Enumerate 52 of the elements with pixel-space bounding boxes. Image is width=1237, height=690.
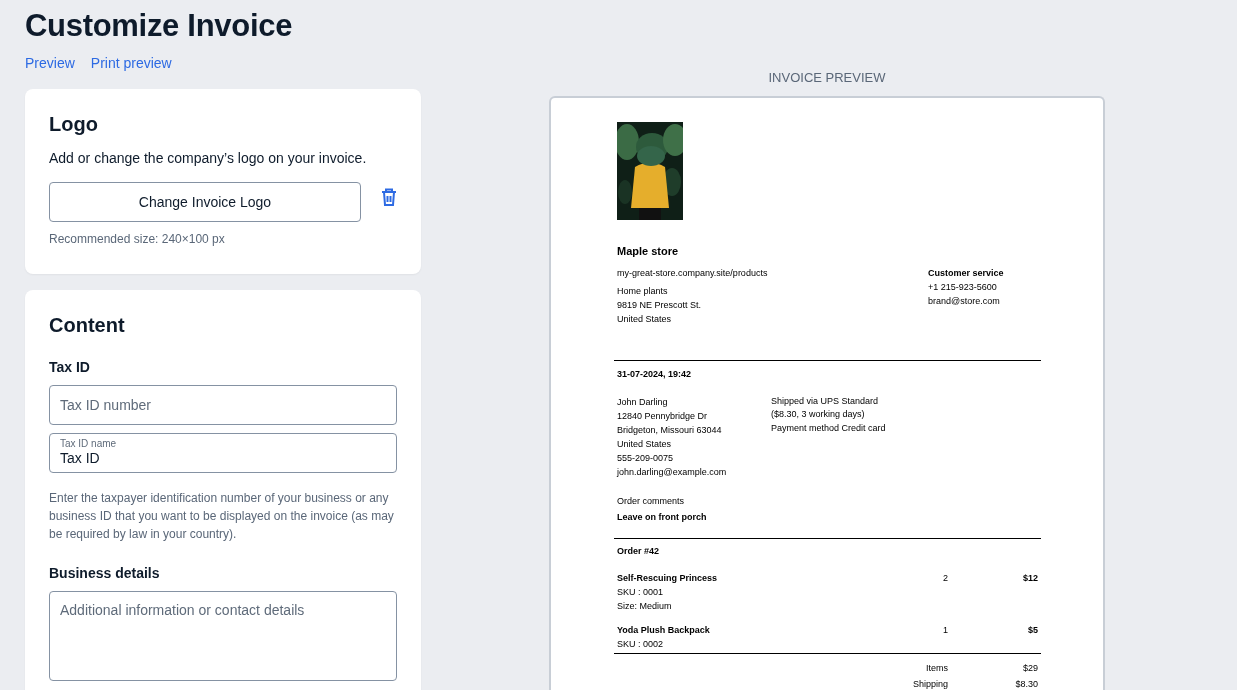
- customer-detail: 555-209-0075: [617, 452, 675, 465]
- business-details-field[interactable]: Additional information or contact details: [49, 591, 397, 681]
- field-label: Tax ID: [49, 359, 91, 375]
- store-name: Maple store: [617, 244, 680, 258]
- store-detail: 9819 NE Prescott St.: [617, 299, 703, 312]
- preview-link[interactable]: Preview: [25, 55, 75, 71]
- total-value: $29: [1021, 662, 1038, 675]
- service-title: Customer service: [928, 267, 1005, 280]
- total-value: $8.30: [1014, 678, 1038, 690]
- tax-id-name-field[interactable]: Tax ID name Tax ID: [49, 433, 397, 473]
- help-text: Enter the taxpayer identification number of your business or any business ID that you want to be displayed on the invoice (as may be required by law in your country).: [49, 490, 395, 543]
- item-detail: SKU : 0002: [617, 638, 665, 651]
- customer-detail: john.darling@example.com: [617, 466, 728, 479]
- item-price: $12: [1021, 572, 1038, 585]
- invoice-date: 31-07-2024, 19:42: [617, 368, 693, 381]
- preview-label: INVOICE PREVIEW: [767, 70, 887, 85]
- comments-label: Order comments: [617, 495, 686, 508]
- order-comment: Leave on front porch: [617, 511, 708, 524]
- trash-icon[interactable]: [381, 188, 397, 206]
- item-name: Self-Rescuing Princess: [617, 572, 719, 585]
- service-detail: brand@store.com: [928, 295, 1001, 308]
- tax-id-number-field[interactable]: Tax ID number: [49, 385, 397, 425]
- change-logo-button[interactable]: Change Invoice Logo: [49, 182, 361, 222]
- field-value: Tax ID: [60, 450, 100, 466]
- store-detail: my-great-store.company.site/products: [617, 267, 769, 280]
- shipping-detail: Payment method Credit card: [771, 422, 887, 435]
- size-hint: Recommended size: 240×100 px: [49, 232, 226, 246]
- floating-label: Tax ID name: [60, 438, 118, 450]
- preview-link[interactable]: Print preview: [90, 55, 172, 71]
- shipping-detail: ($8.30, 3 working days): [771, 408, 866, 420]
- item-quantity: 2: [942, 572, 948, 585]
- item-quantity: 1: [942, 624, 948, 637]
- customer-detail: Bridgeton, Missouri 63044: [617, 424, 723, 437]
- customer-detail: 12840 Pennybridge Dr: [617, 410, 709, 423]
- total-label: Items: [925, 662, 948, 675]
- customer-detail: United States: [617, 438, 673, 451]
- store-detail: Home plants: [617, 285, 669, 298]
- item-name: Yoda Plush Backpack: [617, 624, 711, 637]
- store-detail: United States: [617, 313, 673, 326]
- card-title: Logo: [49, 113, 99, 136]
- service-detail: +1 215-923-5600: [928, 281, 998, 294]
- customer-detail: John Darling: [617, 396, 669, 409]
- page-title: Customize Invoice: [25, 7, 294, 45]
- item-price: $5: [1027, 624, 1038, 637]
- field-label: Business details: [49, 565, 161, 581]
- shipping-detail: Shipped via UPS Standard: [771, 395, 880, 408]
- item-detail: Size: Medium: [617, 600, 673, 613]
- total-label: Shipping: [911, 678, 948, 690]
- item-detail: SKU : 0001: [617, 586, 665, 599]
- card-description: Add or change the company’s logo on your invoice.: [49, 149, 368, 168]
- order-number: Order #42: [617, 545, 661, 558]
- card-title: Content: [49, 314, 126, 337]
